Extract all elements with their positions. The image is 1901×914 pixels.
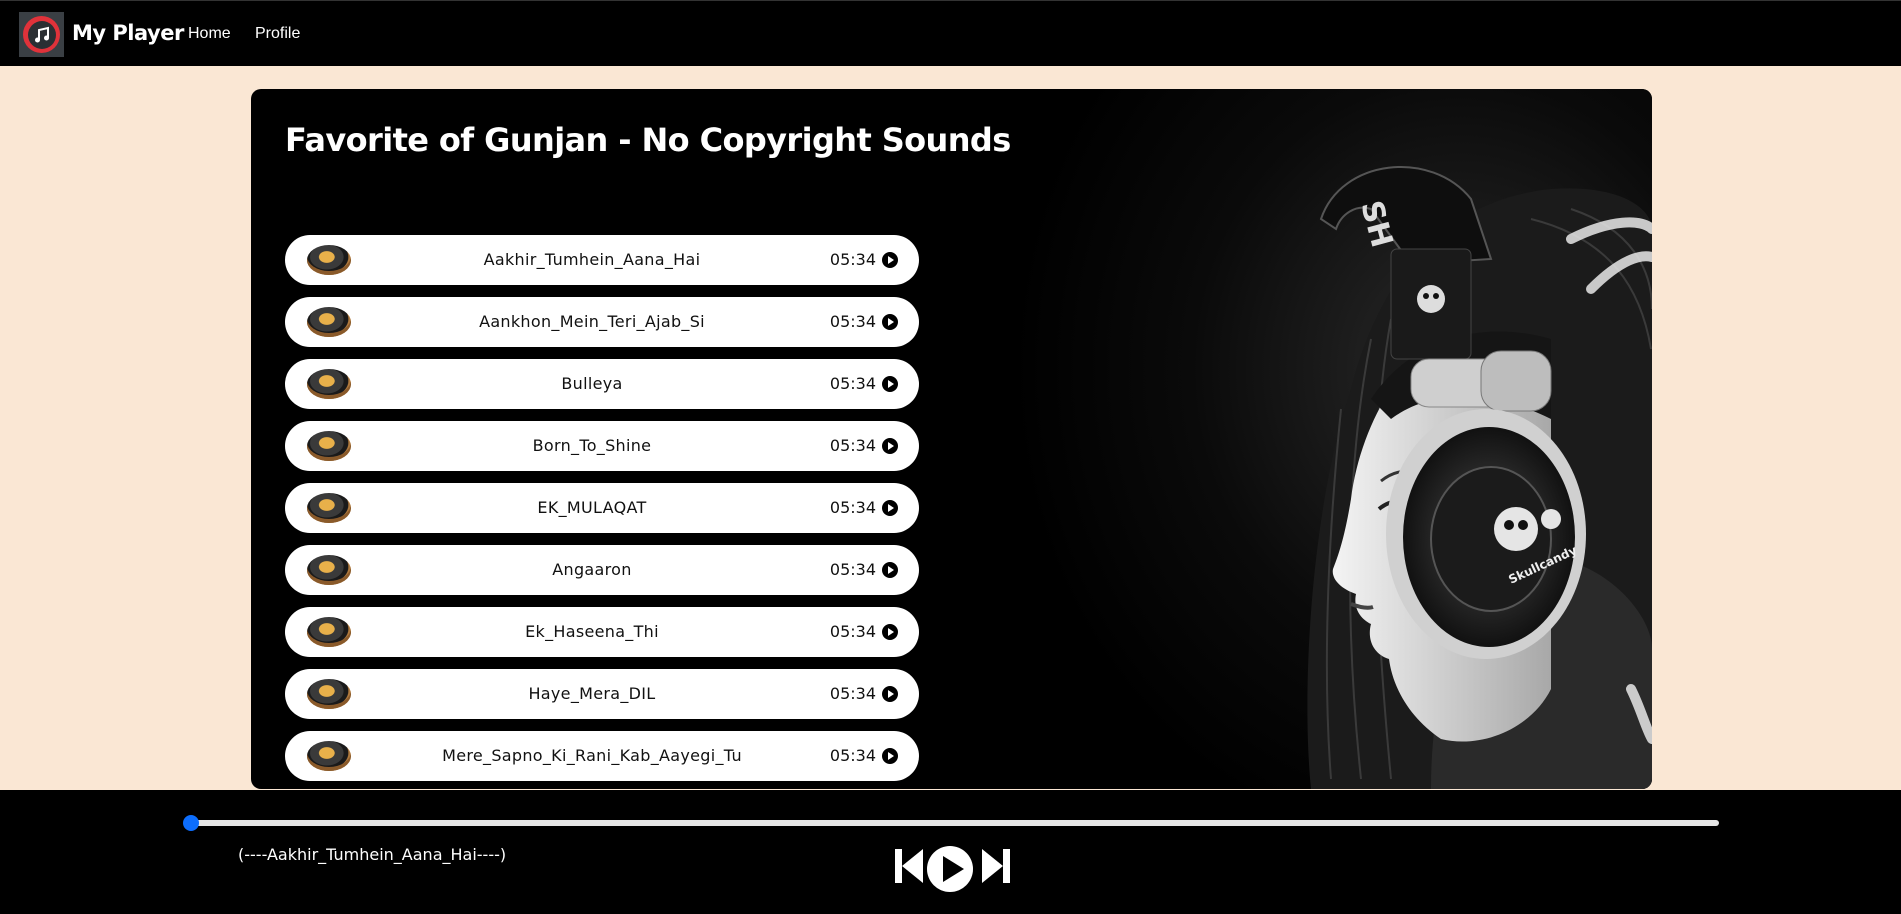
vinyl-record-icon — [307, 245, 351, 275]
playlist-title: Favorite of Gunjan - No Copyright Sounds — [285, 121, 1011, 159]
song-duration: 05:34 — [829, 560, 876, 579]
vinyl-record-icon — [307, 493, 351, 523]
progress-slider[interactable] — [183, 815, 1719, 831]
play-circle-icon[interactable] — [882, 314, 898, 330]
play-circle-icon[interactable] — [882, 438, 898, 454]
music-note-icon[interactable] — [19, 12, 64, 57]
song-item[interactable]: Haye_Mera_DIL 05:34 — [285, 669, 919, 719]
skip-next-icon[interactable] — [980, 845, 1012, 887]
navbar: My Player Home Profile — [0, 0, 1901, 66]
song-item[interactable]: Aakhir_Tumhein_Aana_Hai 05:34 — [285, 235, 919, 285]
play-circle-icon[interactable] — [882, 686, 898, 702]
song-name: Bulleya — [561, 374, 623, 393]
playback-controls — [893, 845, 1011, 897]
song-name: Angaaron — [552, 560, 632, 579]
vinyl-record-icon — [307, 555, 351, 585]
now-playing-label: (----Aakhir_Tumhein_Aana_Hai----) — [238, 845, 507, 864]
song-list: Aakhir_Tumhein_Aana_Hai 05:34 Aankhon_Mein… — [285, 235, 919, 789]
progress-thumb[interactable] — [183, 815, 199, 831]
play-circle-icon[interactable] — [882, 500, 898, 516]
play-circle-icon[interactable] — [882, 748, 898, 764]
song-item[interactable]: EK_MULAQAT 05:34 — [285, 483, 919, 533]
nav-home-link[interactable]: Home — [188, 25, 231, 43]
vinyl-record-icon — [307, 307, 351, 337]
player-bar: (----Aakhir_Tumhein_Aana_Hai----) — [0, 790, 1901, 914]
song-item[interactable]: Born_To_Shine 05:34 — [285, 421, 919, 471]
song-duration: 05:34 — [829, 498, 876, 517]
playlist-card: Favorite of Gunjan - No Copyright Sounds… — [251, 89, 1652, 789]
brand-title[interactable]: My Player — [72, 21, 184, 45]
song-duration: 05:34 — [829, 746, 876, 765]
headphones-artwork: SH Skullcandy — [1011, 89, 1652, 789]
song-duration: 05:34 — [829, 250, 876, 269]
vinyl-record-icon — [307, 741, 351, 771]
song-item[interactable]: Mere_Sapno_Ki_Rani_Kab_Aayegi_Tu 05:34 — [285, 731, 919, 781]
song-duration: 05:34 — [829, 684, 876, 703]
song-name: EK_MULAQAT — [537, 498, 647, 517]
song-item[interactable]: Angaaron 05:34 — [285, 545, 919, 595]
play-circle-icon[interactable] — [882, 252, 898, 268]
play-circle-icon[interactable] — [926, 845, 974, 893]
song-name: Ek_Haseena_Thi — [525, 622, 659, 641]
song-item[interactable]: Bulleya 05:34 — [285, 359, 919, 409]
song-name: Born_To_Shine — [532, 436, 652, 455]
play-circle-icon[interactable] — [882, 562, 898, 578]
song-item[interactable]: Aankhon_Mein_Teri_Ajab_Si 05:34 — [285, 297, 919, 347]
song-name: Aankhon_Mein_Teri_Ajab_Si — [479, 312, 705, 331]
song-item[interactable]: Ek_Haseena_Thi 05:34 — [285, 607, 919, 657]
vinyl-record-icon — [307, 679, 351, 709]
song-name: Haye_Mera_DIL — [528, 684, 656, 703]
song-name: Aakhir_Tumhein_Aana_Hai — [483, 250, 701, 269]
play-circle-icon[interactable] — [882, 376, 898, 392]
song-duration: 05:34 — [829, 312, 876, 331]
vinyl-record-icon — [307, 431, 351, 461]
nav-profile-link[interactable]: Profile — [255, 25, 300, 43]
vinyl-record-icon — [307, 369, 351, 399]
song-name: Mere_Sapno_Ki_Rani_Kab_Aayegi_Tu — [442, 746, 742, 765]
play-circle-icon[interactable] — [882, 624, 898, 640]
song-duration: 05:34 — [829, 374, 876, 393]
vinyl-record-icon — [307, 617, 351, 647]
skip-previous-icon[interactable] — [893, 845, 925, 887]
song-duration: 05:34 — [829, 622, 876, 641]
song-duration: 05:34 — [829, 436, 876, 455]
